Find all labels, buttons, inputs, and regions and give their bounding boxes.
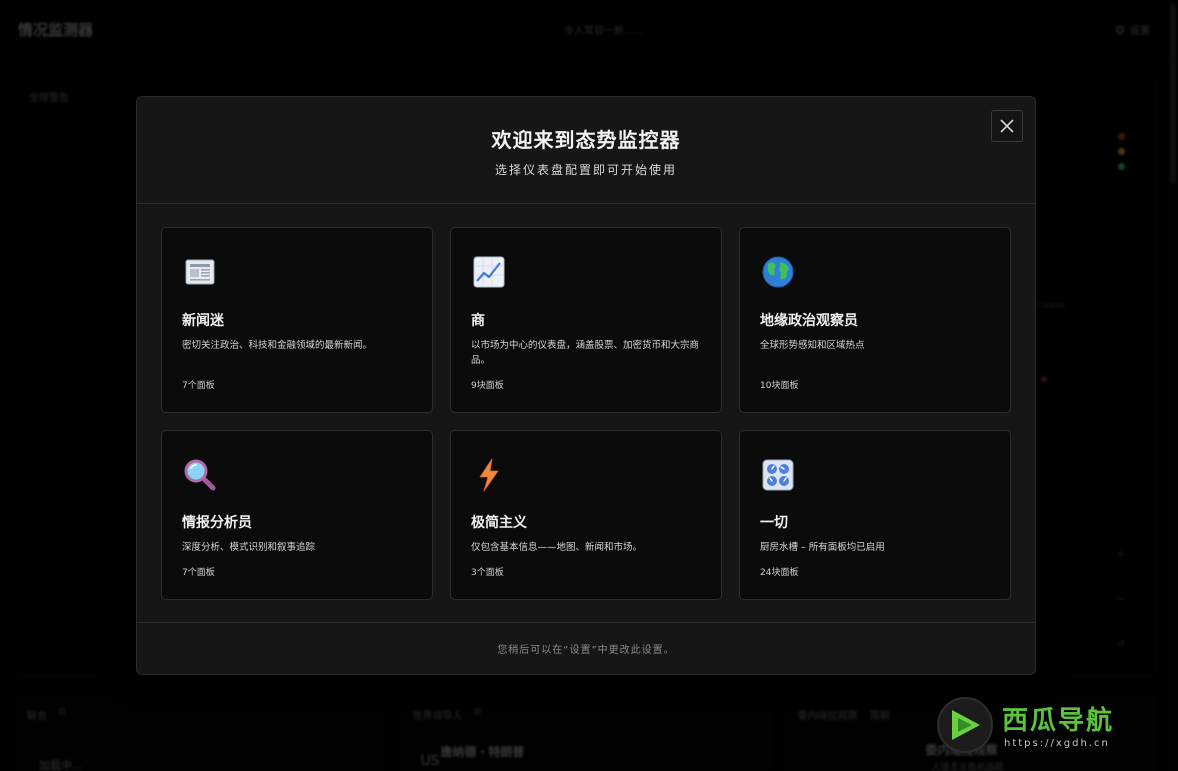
modal-header: 欢迎来到态势监控器 选择仪表盘配置即可开始使用 (137, 97, 1035, 204)
modal-subtitle: 选择仪表盘配置即可开始使用 (494, 163, 677, 177)
preset-card-name: 极简主义 (471, 515, 527, 531)
modal-title: 欢迎来到态势监控器 (491, 128, 681, 152)
magnifier-icon (184, 459, 216, 491)
preset-card-panel-count: 3个面板 (471, 568, 504, 578)
watermark: 西瓜导航 https://xgdh.cn (936, 696, 1166, 766)
preset-card-name: 商 (471, 313, 485, 329)
modal-footer-note: 您稍后可以在“设置”中更改此设置。 (497, 645, 675, 656)
preset-card-minimalist[interactable]: 极简主义 仅包含基本信息——地图、新闻和市场。 3个面板 (450, 430, 722, 600)
preset-card-business[interactable]: 商 以市场为中心的仪表盘，涵盖股票、加密货币和大宗商品。 9块面板 (450, 227, 722, 413)
preset-card-geopolitics[interactable]: 地缘政治观察员 全球形势感知和区域热点 10块面板 (739, 227, 1011, 413)
watermark-logo-icon (937, 697, 993, 753)
preset-card-intel-analyst[interactable]: 情报分析员 深度分析、模式识别和叙事追踪 7个面板 (161, 430, 433, 600)
preset-card-panel-count: 10块面板 (760, 381, 799, 391)
globe-icon (762, 256, 794, 288)
preset-card-description: 仅包含基本信息——地图、新闻和市场。 (471, 542, 643, 553)
preset-card-name: 情报分析员 (182, 515, 252, 531)
preset-card-name: 一切 (760, 515, 788, 531)
preset-card-panel-count: 7个面板 (182, 381, 215, 391)
modal-footer: 您稍后可以在“设置”中更改此设置。 (137, 622, 1035, 674)
newspaper-icon (185, 259, 215, 285)
preset-card-panel-count: 24块面板 (760, 568, 799, 578)
preset-card-description: 全球形势感知和区域热点 (760, 340, 865, 351)
preset-card-description: 厨房水槽 – 所有面板均已启用 (760, 542, 885, 553)
control-knobs-icon (762, 459, 794, 491)
preset-card-news-junkie[interactable]: 新闻迷 密切关注政治、科技和金融领域的最新新闻。 7个面板 (161, 227, 433, 413)
preset-card-name: 地缘政治观察员 (760, 313, 858, 329)
preset-card-name: 新闻迷 (182, 313, 224, 329)
welcome-modal: 欢迎来到态势监控器 选择仪表盘配置即可开始使用 新闻迷 密切关注政治、科技和金融… (136, 96, 1036, 675)
chart-up-icon (473, 256, 505, 288)
preset-card-description: 深度分析、模式识别和叙事追踪 (182, 542, 316, 553)
preset-card-panel-count: 7个面板 (182, 568, 215, 578)
close-button[interactable] (991, 110, 1023, 142)
preset-card-grid: 新闻迷 密切关注政治、科技和金融领域的最新新闻。 7个面板 商 以市场为中心的仪… (161, 227, 1012, 600)
preset-card-description: 以市场为中心的仪表盘，涵盖股票、加密货币和大宗商品。 (471, 340, 700, 366)
lightning-icon (479, 458, 499, 492)
watermark-text: 西瓜导航 (1002, 706, 1115, 736)
preset-card-description: 密切关注政治、科技和金融领域的最新新闻。 (182, 340, 373, 351)
close-icon (1000, 119, 1014, 133)
preset-card-panel-count: 9块面板 (471, 381, 504, 391)
preset-card-everything[interactable]: 一切 厨房水槽 – 所有面板均已启用 24块面板 (739, 430, 1011, 600)
watermark-url: https://xgdh.cn (1004, 738, 1110, 749)
